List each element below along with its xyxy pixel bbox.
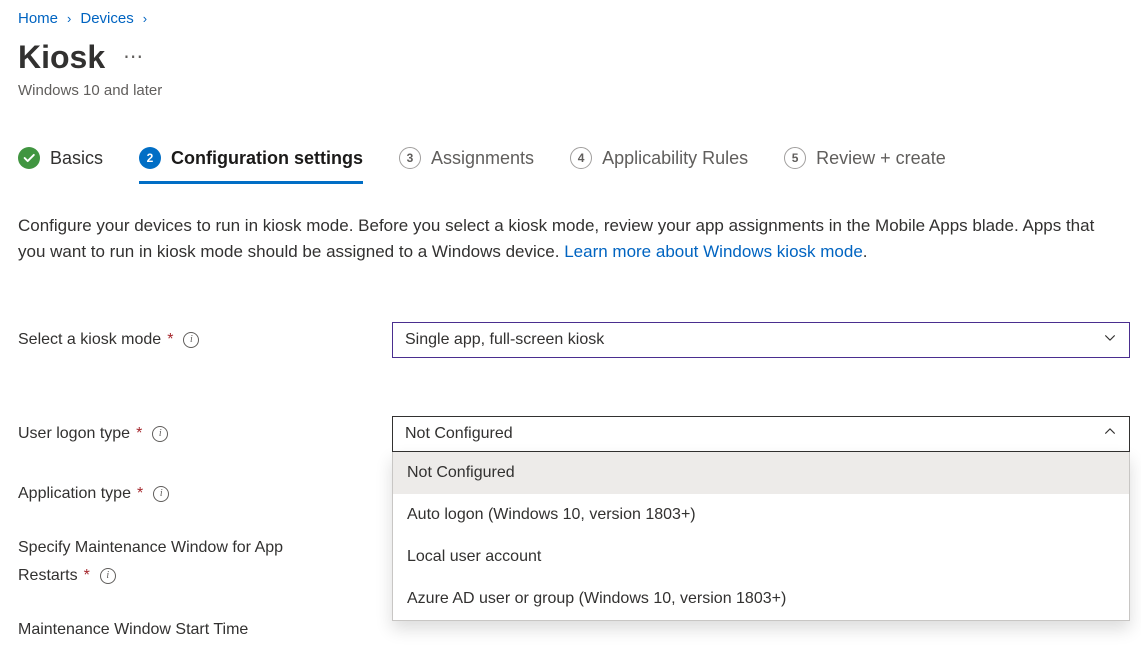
tab-review-create[interactable]: 5 Review + create <box>784 147 946 181</box>
step-number-icon: 2 <box>139 147 161 169</box>
label-maintenance-start-time: Maintenance Window Start Time <box>18 612 392 642</box>
step-number-icon: 3 <box>399 147 421 169</box>
kiosk-mode-select[interactable]: Single app, full-screen kiosk <box>392 322 1130 358</box>
label-text: Application type <box>18 482 131 506</box>
info-icon[interactable]: i <box>100 568 116 584</box>
breadcrumb: Home › Devices › <box>18 10 1141 27</box>
tab-label: Configuration settings <box>171 148 363 169</box>
logon-option-azure-ad[interactable]: Azure AD user or group (Windows 10, vers… <box>393 578 1129 620</box>
info-icon[interactable]: i <box>153 486 169 502</box>
logon-type-select[interactable]: Not Configured <box>392 416 1130 452</box>
label-application-type: Application type * i <box>18 476 392 506</box>
chevron-right-icon: › <box>67 11 71 26</box>
row-user-logon-type: User logon type * i Not Configured Not C… <box>18 416 1141 452</box>
logon-type-dropdown: Not Configured Auto logon (Windows 10, v… <box>392 452 1130 621</box>
row-kiosk-mode: Select a kiosk mode * i Single app, full… <box>18 322 1141 358</box>
page-title: Kiosk <box>18 39 105 76</box>
label-kiosk-mode: Select a kiosk mode * i <box>18 322 392 352</box>
required-asterisk: * <box>84 564 90 588</box>
tab-applicability-rules[interactable]: 4 Applicability Rules <box>570 147 748 181</box>
info-icon[interactable]: i <box>152 426 168 442</box>
logon-option-not-configured[interactable]: Not Configured <box>393 452 1129 494</box>
breadcrumb-home[interactable]: Home <box>18 10 58 27</box>
tab-configuration-settings[interactable]: 2 Configuration settings <box>139 147 363 184</box>
learn-more-link[interactable]: Learn more about Windows kiosk mode <box>564 242 863 261</box>
info-icon[interactable]: i <box>183 332 199 348</box>
tab-label: Assignments <box>431 148 534 169</box>
label-maintenance-window: Specify Maintenance Window for App Resta… <box>18 530 392 588</box>
select-value: Single app, full-screen kiosk <box>405 331 604 349</box>
chevron-down-icon <box>1103 330 1117 349</box>
more-actions-icon[interactable]: ⋯ <box>123 44 145 71</box>
required-asterisk: * <box>136 422 142 446</box>
logon-option-auto-logon[interactable]: Auto logon (Windows 10, version 1803+) <box>393 494 1129 536</box>
chevron-right-icon: › <box>143 11 147 26</box>
title-row: Kiosk ⋯ <box>18 39 1141 76</box>
tab-label: Applicability Rules <box>602 148 748 169</box>
wizard-tabs: Basics 2 Configuration settings 3 Assign… <box>18 147 1141 181</box>
select-value: Not Configured <box>405 425 513 443</box>
required-asterisk: * <box>137 482 143 506</box>
label-text: Maintenance Window Start Time <box>18 618 248 642</box>
check-icon <box>18 147 40 169</box>
tab-label: Basics <box>50 148 103 169</box>
description-period: . <box>863 242 868 261</box>
label-text-line1: Specify Maintenance Window for App <box>18 539 283 556</box>
tab-assignments[interactable]: 3 Assignments <box>399 147 534 181</box>
label-text: User logon type <box>18 422 130 446</box>
page-subtitle: Windows 10 and later <box>18 82 1141 99</box>
label-text-line2: Restarts <box>18 564 78 588</box>
description-text: Configure your devices to run in kiosk m… <box>18 216 1094 261</box>
tab-label: Review + create <box>816 148 946 169</box>
config-description: Configure your devices to run in kiosk m… <box>18 213 1118 266</box>
step-number-icon: 4 <box>570 147 592 169</box>
logon-option-local-user[interactable]: Local user account <box>393 536 1129 578</box>
kiosk-mode-control: Single app, full-screen kiosk <box>392 322 1130 358</box>
label-text: Select a kiosk mode <box>18 328 161 352</box>
tab-basics[interactable]: Basics <box>18 147 103 181</box>
label-user-logon-type: User logon type * i <box>18 416 392 446</box>
logon-type-control: Not Configured Not Configured Auto logon… <box>392 416 1130 452</box>
chevron-up-icon <box>1103 424 1117 443</box>
step-number-icon: 5 <box>784 147 806 169</box>
breadcrumb-devices[interactable]: Devices <box>80 10 133 27</box>
required-asterisk: * <box>167 328 173 352</box>
